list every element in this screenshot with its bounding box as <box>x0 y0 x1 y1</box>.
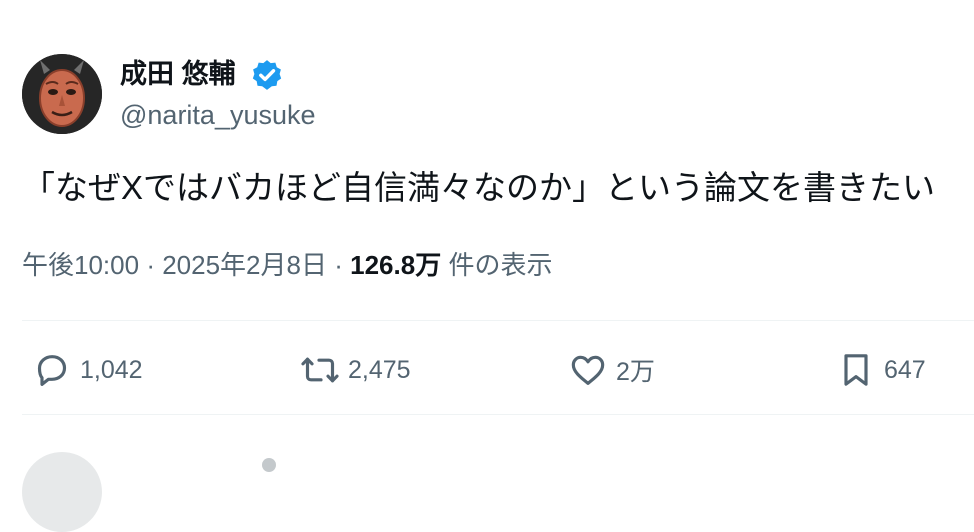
red-mask-avatar-icon <box>22 54 102 134</box>
heart-icon <box>571 355 605 385</box>
retweet-icon <box>301 357 339 383</box>
tweet: 成田 悠輔 @narita_yusuke 「なぜXではバカほど自信満々なのか」と… <box>0 0 974 532</box>
like-button[interactable]: 2万 <box>568 348 655 392</box>
divider <box>22 414 974 415</box>
retweet-button[interactable]: 2,475 <box>300 348 411 392</box>
like-count: 2万 <box>616 358 655 386</box>
views-count[interactable]: 126.8万 <box>350 250 441 280</box>
reply-icon <box>37 355 67 386</box>
bookmark-button[interactable]: 647 <box>836 348 926 392</box>
author-handle[interactable]: @narita_yusuke <box>120 98 316 132</box>
tweet-time[interactable]: 午後10:00 <box>22 250 139 280</box>
retweet-count: 2,475 <box>348 355 411 384</box>
author-name[interactable]: 成田 悠輔 <box>120 57 236 91</box>
bookmark-icon <box>844 354 868 386</box>
avatar[interactable] <box>22 54 102 134</box>
divider <box>22 320 974 321</box>
next-reply-avatar[interactable] <box>22 452 102 532</box>
reply-count: 1,042 <box>80 355 143 384</box>
reply-button[interactable]: 1,042 <box>32 348 143 392</box>
verified-badge-icon <box>252 60 282 90</box>
bookmark-count: 647 <box>884 355 926 384</box>
meta-separator: · <box>146 250 155 280</box>
meta-separator: · <box>334 250 343 280</box>
tweet-text: 「なぜXではバカほど自信満々なのか」という論文を書きたい <box>22 169 936 206</box>
views-label: 件の表示 <box>448 250 553 280</box>
tweet-date[interactable]: 2025年2月8日 <box>162 250 327 280</box>
tweet-meta: 午後10:00 · 2025年2月8日 · 126.8万 件の表示 <box>22 248 552 282</box>
